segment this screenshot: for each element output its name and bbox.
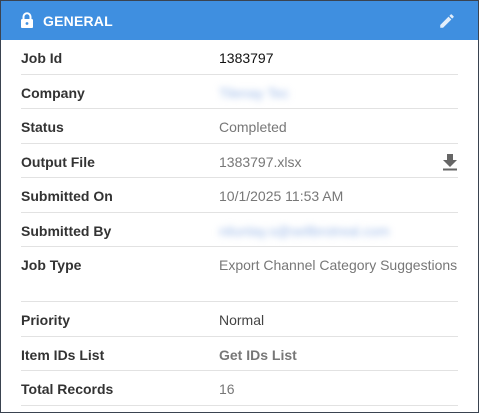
company-link[interactable]: Tilenay Tec <box>219 85 289 101</box>
output-file-value: 1383797.xlsx <box>219 153 302 170</box>
job-type-value: Export Channel Category Suggestions <box>219 257 458 273</box>
general-panel: GENERAL Job Id 1383797 Company Tilenay T… <box>0 0 479 413</box>
field-row-job-id: Job Id 1383797 <box>21 40 458 75</box>
submitted-by-value[interactable]: nilunlay.s@sellbrotreal.com <box>219 211 458 241</box>
job-id-value: 1383797 <box>219 50 274 66</box>
field-label: Submitted On <box>21 188 113 204</box>
field-label: Company <box>21 84 85 101</box>
field-label: Output File <box>21 153 95 170</box>
company-value[interactable]: Tilenay Tec <box>219 73 458 103</box>
status-value: Completed <box>219 119 287 135</box>
field-row-submitted-by: Submitted By nilunlay.s@sellbrotreal.com <box>21 211 458 247</box>
field-label: Total Records <box>21 381 114 397</box>
submitted-by-link[interactable]: nilunlay.s@sellbrotreal.com <box>219 223 389 239</box>
total-records-value: 16 <box>219 381 235 397</box>
field-row-job-type: Job Type Export Channel Category Suggest… <box>21 247 458 302</box>
lock-icon <box>21 12 33 28</box>
field-row-item-ids: Item IDs List Get IDs List <box>21 335 458 371</box>
field-label: Submitted By <box>21 222 112 239</box>
field-row-status: Status Completed <box>21 109 458 144</box>
priority-value: Normal <box>219 312 265 328</box>
submitted-on-value: 10/1/2025 11:53 AM <box>219 188 344 204</box>
field-row-company: Company Tilenay Tec <box>21 73 458 109</box>
field-label: Job Type <box>21 257 82 273</box>
get-ids-list-link[interactable]: Get IDs List <box>219 335 458 365</box>
field-row-output-file: Output File 1383797.xlsx <box>21 144 458 178</box>
pencil-icon[interactable] <box>438 12 456 30</box>
panel-title: GENERAL <box>43 12 113 29</box>
field-label: Status <box>21 119 64 135</box>
field-list: Job Id 1383797 Company Tilenay Tec Statu… <box>1 40 478 406</box>
field-row-priority: Priority Normal <box>21 302 458 337</box>
panel-header: GENERAL <box>1 1 478 40</box>
field-row-total-records: Total Records 16 <box>21 371 458 406</box>
field-label: Priority <box>21 312 71 328</box>
field-label: Item IDs List <box>21 346 105 363</box>
download-icon[interactable] <box>442 153 458 171</box>
field-label: Job Id <box>21 50 63 66</box>
field-row-submitted-on: Submitted On 10/1/2025 11:53 AM <box>21 178 458 213</box>
